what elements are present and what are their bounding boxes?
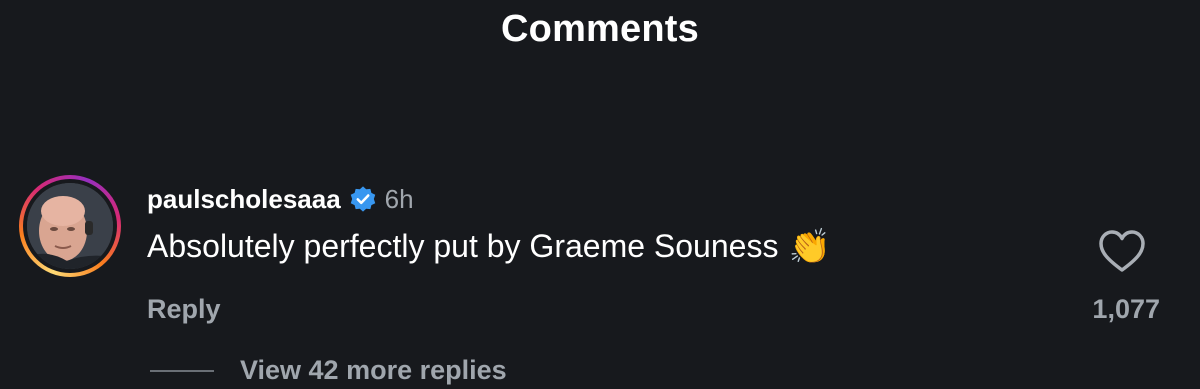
replies-divider-line [150, 369, 214, 372]
avatar-image [27, 183, 113, 269]
avatar-gap [23, 179, 117, 273]
view-replies-row[interactable]: View 42 more replies [150, 355, 507, 386]
page-title: Comments [501, 8, 699, 50]
clapping-hands-emoji: 👏 [788, 227, 831, 266]
verified-badge-icon [350, 186, 375, 212]
comment-body: Absolutely perfectly put by Graeme Soune… [147, 228, 779, 264]
comment-text: Absolutely perfectly put by Graeme Soune… [147, 228, 831, 265]
comment-item: paulscholesaaa 6h Absolutely perfectly p… [0, 170, 1200, 389]
comment-header: paulscholesaaa 6h [147, 182, 414, 216]
avatar-story-ring[interactable] [19, 175, 121, 277]
reply-button[interactable]: Reply [147, 294, 221, 325]
like-count[interactable]: 1,077 [1092, 294, 1160, 325]
comments-page: Comments paulscholesaaa 6h Absolutely pe… [0, 0, 1200, 389]
heart-icon[interactable] [1097, 228, 1147, 274]
comment-timestamp: 6h [384, 183, 414, 214]
username[interactable]: paulscholesaaa [147, 184, 341, 215]
avatar [27, 183, 113, 269]
view-more-replies-button[interactable]: View 42 more replies [240, 355, 507, 386]
